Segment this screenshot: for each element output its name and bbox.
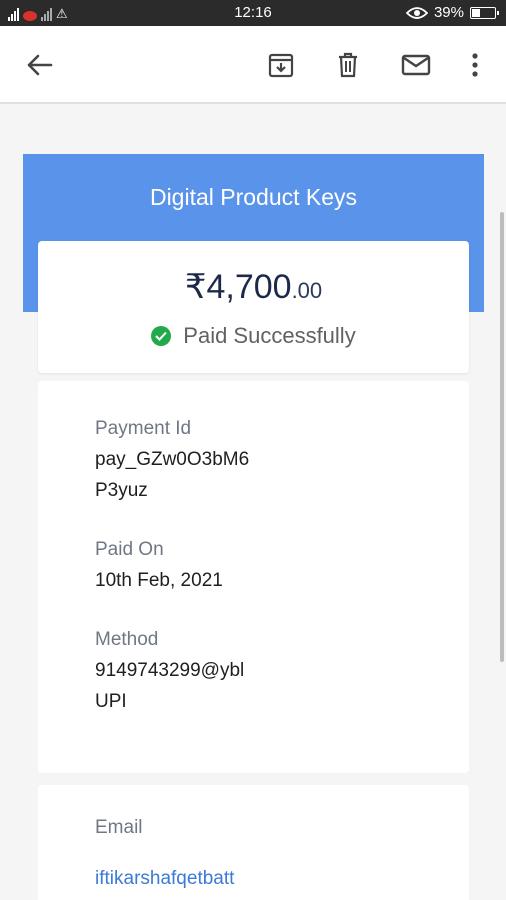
payment-id-label: Payment Id	[95, 418, 192, 439]
battery-percent: 39%	[433, 4, 464, 21]
app-bar	[0, 26, 506, 104]
email-link[interactable]: iftikarshafqetbatt	[95, 868, 234, 890]
email-card: Email iftikarshafqetbatt	[38, 785, 469, 900]
receipt-title: Digital Product Keys	[149, 184, 358, 210]
scrollbar[interactable]	[500, 212, 504, 662]
status-text: Paid Successfully	[183, 323, 356, 348]
payment-id-line1: pay_GZw0O3bM6	[95, 449, 250, 470]
eye-icon	[405, 6, 428, 19]
paid-on-label: Paid On	[95, 539, 164, 560]
trash-icon[interactable]	[333, 50, 363, 80]
amount-card: ₹4,700.00 Paid Successfully	[38, 241, 469, 373]
method-line2: UPI	[95, 691, 127, 712]
check-circle-icon	[151, 326, 172, 346]
payment-id-line2: P3yuz	[95, 480, 148, 501]
more-vert-icon[interactable]	[460, 50, 490, 80]
method-label: Method	[95, 629, 159, 650]
payment-status: Paid Successfully	[38, 323, 469, 349]
status-icons-right: 39%	[405, 4, 499, 21]
back-arrow-icon[interactable]	[24, 50, 54, 80]
email-label: Email	[95, 817, 143, 838]
amount-main: ₹4,700	[184, 268, 292, 306]
battery-icon	[470, 6, 499, 19]
paid-on-value: 10th Feb, 2021	[95, 570, 223, 591]
amount: ₹4,700.00	[38, 267, 469, 307]
details-card: Payment Id pay_GZw0O3bM6 P3yuz Paid On 1…	[38, 381, 469, 773]
receipt-content: Digital Product Keys ₹4,700.00 Paid Succ…	[0, 104, 506, 900]
method-line1: 9149743299@ybl	[95, 660, 245, 681]
archive-icon[interactable]	[266, 50, 296, 80]
status-bar: ⚠ 12:16 39%	[0, 0, 506, 26]
mail-icon[interactable]	[401, 50, 431, 80]
amount-decimal: .00	[291, 278, 323, 303]
